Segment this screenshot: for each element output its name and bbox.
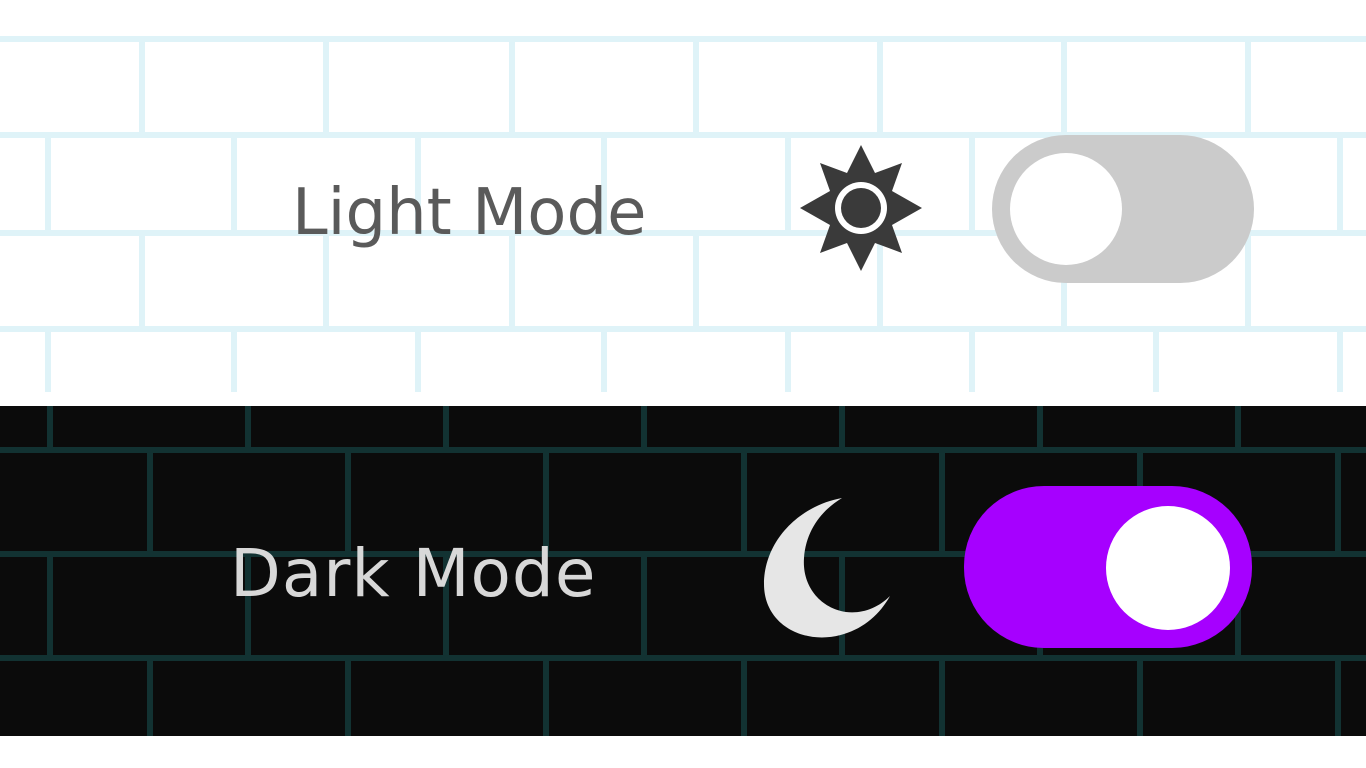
moon-icon [764,498,890,638]
toggle-knob [1106,506,1230,630]
dark-mode-label: Dark Mode [230,535,597,612]
sun-icon [800,145,922,271]
page: Light Mode Dark Mode [0,0,1366,768]
dark-mode-toggle[interactable] [964,486,1252,648]
dark-mode-panel: Dark Mode [0,406,1366,736]
light-mode-panel: Light Mode [0,35,1366,392]
light-mode-label: Light Mode [292,176,647,250]
toggle-knob [1010,153,1122,265]
light-mode-toggle[interactable] [992,135,1254,283]
